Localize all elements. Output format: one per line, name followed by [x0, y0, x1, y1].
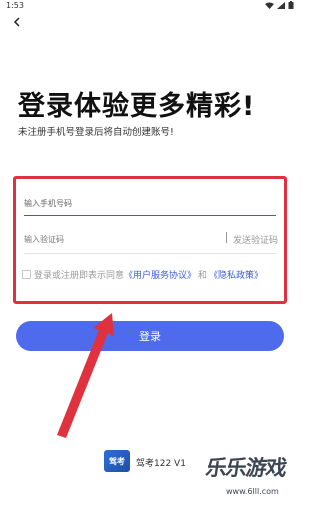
terms-link[interactable]: 《用户服务协议》	[124, 268, 196, 281]
signal-icon	[277, 1, 285, 9]
back-button[interactable]	[10, 15, 24, 29]
battery-icon	[288, 1, 294, 9]
agreement-text: 登录或注册即表示同意	[34, 271, 125, 281]
status-bar: 1:53	[0, 0, 300, 12]
phone-input[interactable]	[24, 191, 276, 216]
watermark-url: www.6lll.com	[226, 487, 279, 496]
page-subtitle: 未注册手机号登录后将自动创建账号!	[18, 127, 174, 138]
wifi-icon	[265, 2, 274, 9]
privacy-link[interactable]: 《隐私政策》	[209, 268, 263, 281]
app-name-version: 驾考122 V1	[136, 459, 186, 469]
send-code-button[interactable]: 发送验证码	[233, 233, 278, 246]
verification-code-input[interactable]	[24, 229, 214, 249]
app-logo: 驾考	[104, 450, 130, 472]
watermark-logo: 乐乐游戏	[204, 456, 288, 480]
status-icons	[265, 1, 294, 9]
code-underline	[24, 253, 276, 254]
agreement-row: 登录或注册即表示同意 《用户服务协议》 和 《隐私政策》	[22, 268, 263, 281]
agreement-and: 和	[198, 271, 208, 281]
back-arrow-icon	[13, 17, 20, 27]
status-time: 1:53	[6, 1, 24, 10]
page-title: 登录体验更多精彩!	[18, 91, 256, 122]
agreement-checkbox[interactable]	[22, 270, 31, 279]
code-divider	[226, 232, 227, 243]
login-button[interactable]: 登录	[16, 321, 284, 351]
